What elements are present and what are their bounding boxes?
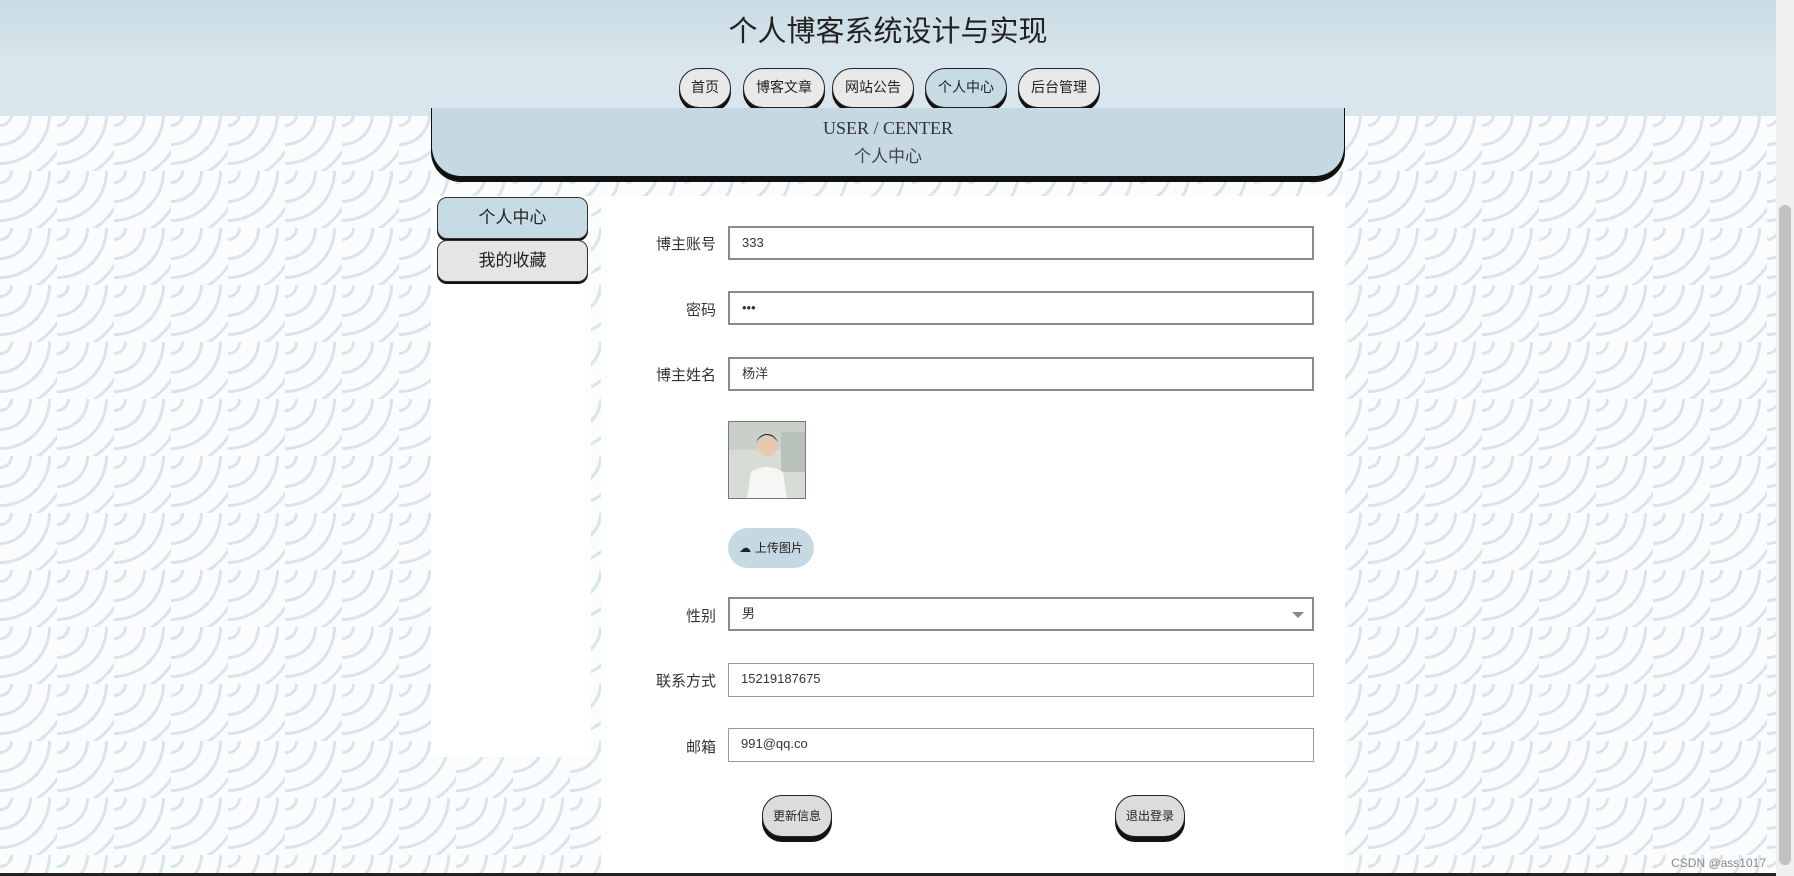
logout-button[interactable]: 退出登录 (1115, 795, 1185, 837)
password-label: 密码 (685, 301, 716, 319)
contact-label: 联系方式 (655, 672, 716, 690)
upload-image-button[interactable]: ☁ 上传图片 (728, 528, 814, 568)
chevron-down-icon (1292, 612, 1304, 618)
contact-field[interactable]: 15219187675 (728, 663, 1314, 697)
cloud-upload-icon: ☁ (739, 541, 752, 555)
name-label: 博主姓名 (655, 366, 716, 384)
account-field[interactable]: 333 (728, 226, 1314, 260)
name-field[interactable]: 杨洋 (728, 357, 1314, 391)
sidebar: 个人中心 我的收藏 (431, 196, 591, 757)
page-scrollbar[interactable] (1776, 0, 1794, 876)
nav-home[interactable]: 首页 (679, 68, 731, 108)
watermark: CSDN @ass1017 (1671, 856, 1766, 870)
nav-admin[interactable]: 后台管理 (1018, 68, 1100, 108)
nav-announcements[interactable]: 网站公告 (832, 68, 914, 108)
update-info-button[interactable]: 更新信息 (762, 795, 832, 837)
password-field[interactable]: ••• (728, 291, 1314, 325)
avatar-image (728, 421, 806, 499)
user-center-banner: USER / CENTER 个人中心 (431, 108, 1345, 177)
gender-select[interactable]: 男 (728, 597, 1314, 631)
site-title: 个人博客系统设计与实现 (728, 14, 1048, 48)
gender-label: 性别 (685, 607, 716, 625)
sidebar-item-favorites[interactable]: 我的收藏 (437, 240, 588, 282)
sidebar-item-user-center[interactable]: 个人中心 (437, 197, 588, 239)
gender-selected-value: 男 (742, 606, 756, 621)
banner-english-title: USER / CENTER (822, 118, 953, 138)
banner-chinese-title: 个人中心 (854, 147, 922, 167)
nav-bar: 首页 博客文章 网站公告 个人中心 后台管理 (0, 56, 1776, 116)
top-header: 个人博客系统设计与实现 (0, 0, 1776, 56)
account-label: 博主账号 (655, 235, 716, 253)
nav-blog-articles[interactable]: 博客文章 (743, 68, 825, 108)
email-field[interactable]: 991@qq.co (728, 728, 1314, 762)
email-label: 邮箱 (685, 738, 716, 756)
upload-image-label: 上传图片 (754, 541, 803, 555)
nav-user-center[interactable]: 个人中心 (925, 68, 1007, 108)
avatar-photo-icon (729, 422, 805, 498)
scrollbar-thumb[interactable] (1779, 205, 1791, 865)
